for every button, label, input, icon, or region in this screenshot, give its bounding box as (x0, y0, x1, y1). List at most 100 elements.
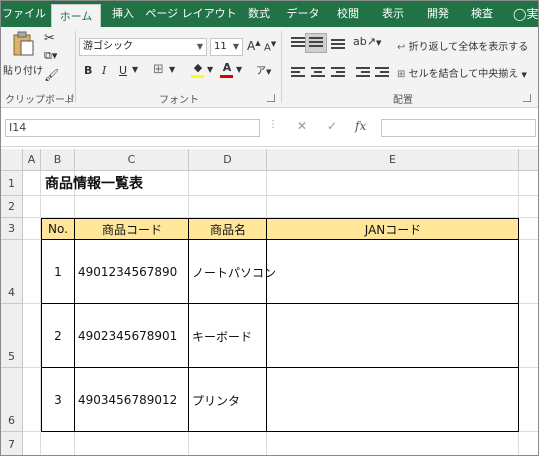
formula-input[interactable] (381, 119, 536, 137)
column-header-c[interactable]: C (75, 149, 189, 171)
underline-button[interactable]: U (119, 64, 127, 77)
merge-center-button[interactable]: ⊞ セルを結合して中央揃え ▼ (397, 65, 527, 80)
wrap-text-button[interactable]: ↩ 折り返して全体を表示する (397, 38, 528, 53)
decrease-indent-icon[interactable] (356, 67, 370, 79)
tab-view[interactable]: 表示 (371, 1, 415, 27)
bold-button[interactable]: B (84, 64, 92, 77)
font-color-icon[interactable]: A (220, 61, 234, 79)
align-middle-icon (309, 37, 323, 49)
table-cell-product-name[interactable]: ノートパソコン (192, 240, 276, 304)
tab-developer[interactable]: 開発 (417, 1, 459, 27)
ribbon-home: 貼り付け ✂ ⧉▾ 🖌 クリップボード 游ゴシック ▼ 11 ▼ A▲ A▼ B I… (1, 27, 538, 108)
table-border (41, 218, 519, 219)
tab-review[interactable]: 校閲 (327, 1, 369, 27)
row-header-2[interactable]: 2 (1, 196, 23, 218)
tab-file[interactable]: ファイル (1, 1, 47, 27)
more-icon[interactable]: ⋮ (268, 119, 278, 130)
column-header-e[interactable]: E (267, 149, 519, 171)
paste-label[interactable]: 貼り付け (3, 62, 43, 77)
tab-home[interactable]: ホーム (51, 4, 101, 28)
italic-button[interactable]: I (102, 64, 106, 77)
table-cell-jan-code[interactable] (267, 240, 519, 304)
fill-dropdown-icon[interactable]: ▼ (207, 65, 213, 74)
row-header-1[interactable]: 1 (1, 171, 23, 196)
shrink-font-label: A (264, 42, 271, 54)
table-cell-no[interactable]: 2 (41, 304, 75, 368)
table-cell-product-code[interactable]: 4901234567890 (78, 240, 188, 304)
table-border (518, 218, 519, 432)
tab-data[interactable]: データ (281, 1, 325, 27)
font-launcher-icon[interactable] (267, 94, 275, 102)
separator (75, 31, 76, 103)
underline-dropdown-icon[interactable]: ▼ (132, 65, 138, 74)
table-cell-product-code[interactable]: 4902345678901 (78, 304, 188, 368)
align-center-icon[interactable] (311, 67, 325, 79)
font-color-dropdown-icon[interactable]: ▼ (236, 65, 242, 74)
cancel-icon[interactable]: ✕ (297, 119, 307, 133)
align-bottom-icon[interactable] (331, 37, 345, 49)
table-cell-no[interactable]: 3 (41, 368, 75, 432)
grow-font-label: A (247, 39, 256, 53)
worksheet-grid: A B C D E 1 2 3 4 5 6 7 商品情報一覧表 No. 商品コー… (1, 149, 538, 455)
tab-insert[interactable]: 挿入 (103, 1, 143, 27)
row-header-7[interactable]: 7 (1, 432, 23, 455)
tab-inspect[interactable]: 検査 (461, 1, 503, 27)
table-header-no[interactable]: No. (41, 218, 75, 240)
formula-bar: I14 ⋮ ✕ ✓ fx (1, 108, 538, 147)
tell-me[interactable]: ◯実 (513, 1, 538, 27)
fill-color-icon[interactable]: ◆ (190, 61, 206, 79)
format-painter-icon[interactable]: 🖌 (44, 68, 59, 82)
select-all-corner[interactable] (1, 149, 23, 171)
column-header-d[interactable]: D (189, 149, 267, 171)
table-cell-product-name[interactable]: キーボード (192, 304, 267, 368)
row-header-6[interactable]: 6 (1, 368, 23, 432)
insert-function-icon[interactable]: fx (355, 119, 366, 133)
table-cell-jan-code[interactable] (267, 368, 519, 432)
font-name-select[interactable]: 游ゴシック ▼ (79, 38, 207, 56)
name-box[interactable]: I14 (5, 119, 260, 137)
table-header-product-code[interactable]: 商品コード (75, 218, 189, 240)
increase-indent-icon[interactable] (375, 67, 389, 79)
table-border (41, 303, 519, 304)
align-top-icon[interactable] (291, 37, 305, 49)
column-header-a[interactable]: A (23, 149, 41, 171)
align-left-icon[interactable] (291, 67, 305, 79)
row-header-3[interactable]: 3 (1, 218, 23, 240)
column-header-b[interactable]: B (41, 149, 75, 171)
table-border (188, 218, 189, 432)
clipboard-launcher-icon[interactable] (65, 94, 73, 102)
table-border (41, 218, 42, 432)
gridline (23, 195, 538, 196)
phonetic-button[interactable]: ア▼ (256, 62, 271, 77)
sheet-title[interactable]: 商品情報一覧表 (45, 171, 143, 195)
grow-font-button[interactable]: A▲ (247, 39, 261, 53)
tell-me-text: 実 (526, 7, 539, 21)
shrink-font-button[interactable]: A▼ (264, 40, 276, 53)
row-header-5[interactable]: 5 (1, 304, 23, 368)
alignment-launcher-icon[interactable] (523, 94, 531, 102)
table-cell-no[interactable]: 1 (41, 240, 75, 304)
table-header-jan-code[interactable]: JANコード (267, 218, 519, 240)
paste-button[interactable] (7, 31, 39, 61)
tab-page-layout[interactable]: ページ レイアウト (145, 1, 237, 27)
table-border (74, 218, 75, 432)
table-cell-jan-code[interactable] (267, 304, 519, 368)
borders-dropdown-icon[interactable]: ▼ (169, 65, 175, 74)
font-size-select[interactable]: 11 ▼ (210, 38, 243, 56)
cut-icon[interactable]: ✂ (44, 31, 55, 46)
table-cell-product-name[interactable]: プリンタ (192, 368, 267, 432)
borders-icon[interactable]: ⊞ (153, 62, 164, 77)
copy-icon[interactable]: ⧉▾ (44, 49, 57, 63)
clipboard-icon (13, 31, 34, 56)
align-right-icon[interactable] (331, 67, 345, 79)
font-size-value: 11 (214, 41, 227, 52)
align-middle-button[interactable] (305, 33, 327, 53)
tab-formulas[interactable]: 数式 (239, 1, 279, 27)
table-cell-product-code[interactable]: 4903456789012 (78, 368, 188, 432)
row-header-4[interactable]: 4 (1, 240, 23, 304)
table-header-product-name[interactable]: 商品名 (189, 218, 267, 240)
orientation-icon[interactable]: ab↗▼ (353, 35, 381, 48)
table-border (266, 218, 267, 432)
column-header-f[interactable] (519, 149, 538, 171)
enter-icon[interactable]: ✓ (327, 119, 337, 133)
